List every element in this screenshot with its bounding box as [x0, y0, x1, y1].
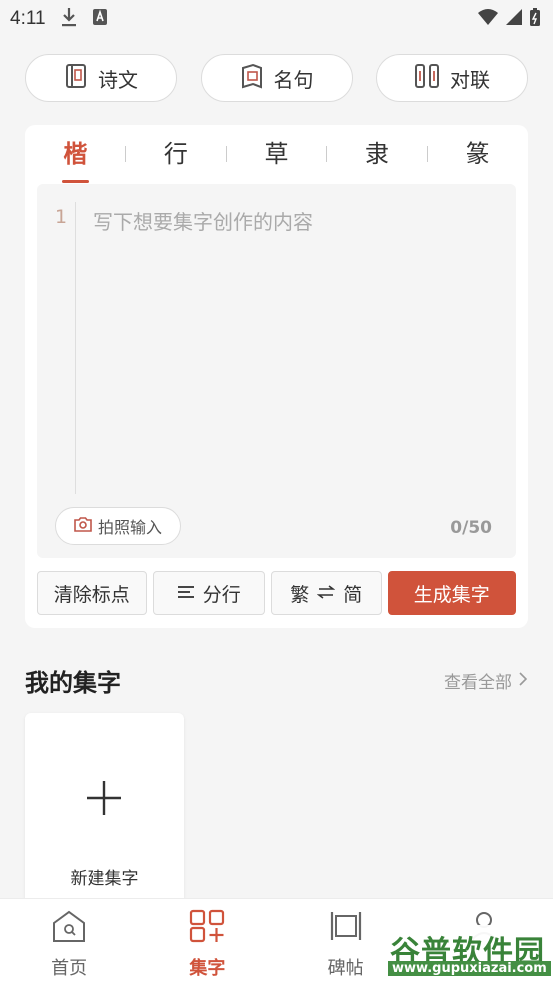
- book-icon: [64, 63, 88, 94]
- watermark-url: www.gupuxiazai.com: [388, 961, 551, 976]
- scroll-icon: [328, 909, 364, 948]
- clear-punctuation-label: 清除标点: [53, 583, 130, 606]
- nav-home[interactable]: 首页: [0, 899, 138, 984]
- new-collection-label: 新建集字: [70, 869, 139, 889]
- home-icon: [51, 909, 87, 948]
- tab-kai[interactable]: 楷: [40, 125, 110, 183]
- editor-placeholder: 写下想要集字创作的内容: [93, 210, 313, 234]
- camera-icon: [74, 516, 92, 536]
- tab-divider: [125, 146, 127, 162]
- editor-gutter: [75, 202, 76, 494]
- category-couplet-label: 对联: [450, 67, 490, 92]
- my-collection-title: 我的集字: [25, 669, 121, 697]
- category-quotes-label: 名句: [273, 67, 314, 92]
- split-lines-label: 分行: [202, 583, 241, 606]
- category-poetry-label: 诗文: [98, 67, 138, 92]
- line-number: 1: [55, 206, 68, 228]
- photo-input-button[interactable]: 拍照输入: [55, 507, 181, 545]
- swap-arrows-icon: [316, 582, 336, 604]
- grid-plus-icon: [189, 909, 225, 948]
- tab-cao[interactable]: 草: [241, 125, 311, 183]
- watermark-logo: 谷普软件园 www.gupuxiazai.com: [386, 925, 551, 981]
- generate-label: 生成集字: [413, 583, 490, 606]
- tab-li[interactable]: 隶: [342, 125, 412, 183]
- content-editor[interactable]: 1 写下想要集字创作的内容 拍照输入 0/50: [37, 184, 516, 558]
- chevron-right-icon: [518, 671, 528, 691]
- tab-divider: [426, 146, 428, 162]
- nav-rubbings-label: 碑帖: [327, 958, 364, 979]
- generate-button[interactable]: 生成集字: [387, 571, 516, 615]
- quote-book-icon: [240, 63, 264, 94]
- lines-icon: [177, 582, 195, 604]
- nav-collection[interactable]: 集字: [138, 899, 276, 984]
- tab-divider: [225, 146, 227, 162]
- tab-zhuan[interactable]: 篆: [443, 125, 513, 183]
- action-row: 清除标点 分行 繁 简 生成集字: [37, 571, 516, 615]
- split-lines-button[interactable]: 分行: [152, 571, 266, 615]
- photo-input-label: 拍照输入: [97, 518, 162, 537]
- category-poetry-button[interactable]: 诗文: [25, 54, 177, 102]
- clear-punctuation-button[interactable]: 清除标点: [37, 571, 147, 615]
- nav-collection-label: 集字: [189, 958, 226, 979]
- nav-home-label: 首页: [51, 958, 88, 979]
- couplet-icon: [414, 63, 440, 94]
- battery-icon: [529, 7, 541, 31]
- font-app-icon: [92, 8, 108, 30]
- script-style-tabs: 楷 行 草 隶 篆: [25, 125, 528, 183]
- wifi-icon: [477, 8, 499, 30]
- traditional-label: 繁: [290, 583, 310, 606]
- view-all-label: 查看全部: [444, 673, 512, 693]
- status-time: 4:11: [10, 8, 46, 29]
- compose-card: 楷 行 草 隶 篆 1 写下想要集字创作的内容 拍照输入 0/50 清除标点 分…: [25, 125, 528, 628]
- status-bar: 4:11: [0, 0, 553, 38]
- category-couplet-button[interactable]: 对联: [376, 54, 528, 102]
- tab-divider: [326, 146, 328, 162]
- simplified-label: 简: [343, 583, 363, 606]
- signal-icon: [505, 8, 523, 30]
- tab-xing[interactable]: 行: [141, 125, 211, 183]
- view-all-link[interactable]: 查看全部: [444, 668, 528, 693]
- category-quotes-button[interactable]: 名句: [200, 54, 353, 102]
- trad-simp-toggle-button[interactable]: 繁 简: [271, 571, 382, 615]
- new-collection-card[interactable]: 新建集字: [25, 713, 184, 913]
- category-row: 诗文 名句 对联: [25, 54, 528, 102]
- plus-icon: [85, 779, 123, 821]
- char-counter: 0/50: [450, 518, 492, 538]
- download-icon: [60, 6, 78, 32]
